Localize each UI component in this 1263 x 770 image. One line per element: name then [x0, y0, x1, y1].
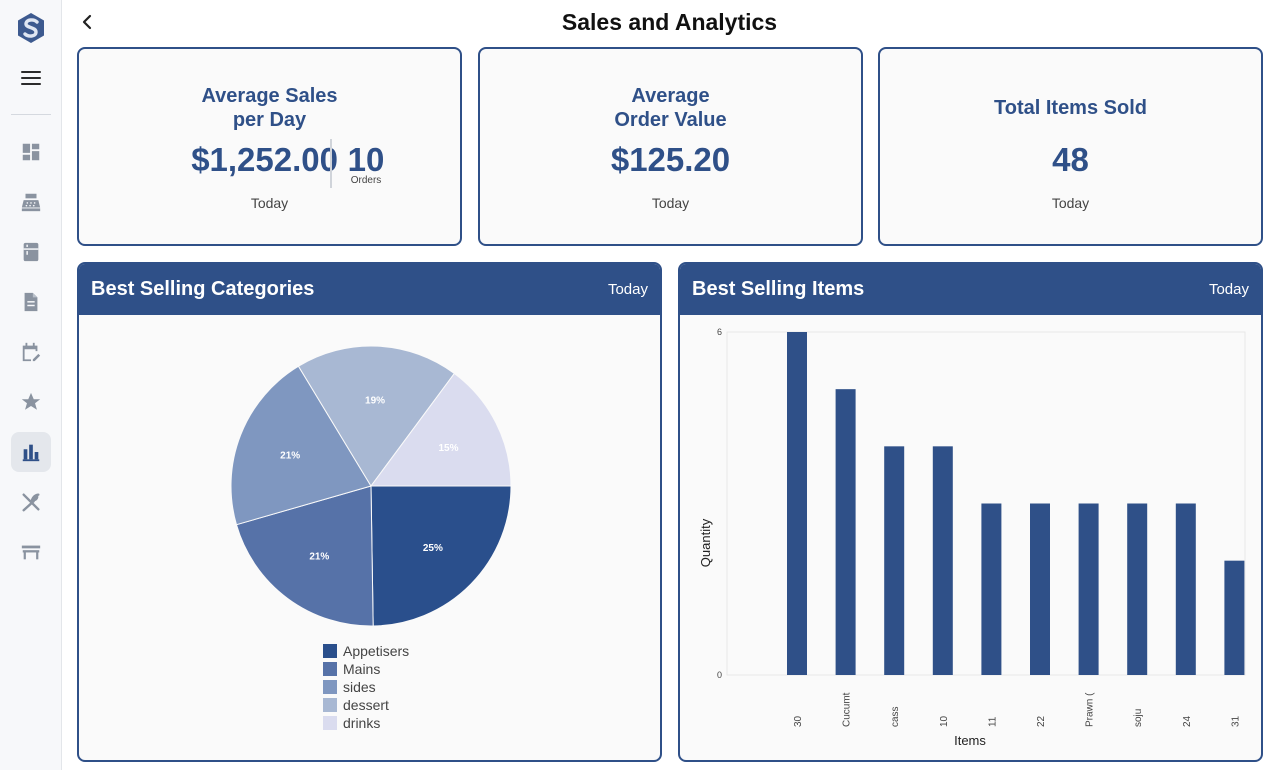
x-tick-label: Prawn (	[1085, 692, 1096, 727]
sidebar-item-kitchen[interactable]	[11, 232, 51, 272]
legend-item-dessert[interactable]: dessert	[323, 696, 409, 714]
pie-slice-appetisers[interactable]	[370, 485, 512, 627]
pie-slice-label: 25%	[423, 543, 443, 554]
bar-cucumt[interactable]	[835, 389, 856, 675]
x-tick-label: 30	[793, 715, 804, 727]
stat-value: 48	[1052, 141, 1089, 178]
pie-slice-label: 21%	[309, 552, 329, 563]
star-icon	[21, 392, 41, 410]
pie-chart: 25% 21% 21% 19% 15%	[230, 345, 512, 627]
panel-best-selling-categories: Best Selling Categories Today 25% 21% 21% 1…	[77, 262, 662, 762]
pie-legend: Appetisers Mains sides dessert drinks	[323, 642, 409, 732]
bar-cass[interactable]	[884, 446, 905, 675]
sidebar	[0, 0, 62, 770]
x-tick-label: cass	[890, 706, 901, 727]
legend-label: dessert	[343, 697, 389, 713]
bar-11[interactable]	[981, 503, 1002, 676]
legend-item-drinks[interactable]: drinks	[323, 714, 409, 732]
stat-period: Today	[1051, 195, 1090, 211]
sidebar-item-tables[interactable]	[11, 532, 51, 572]
document-icon	[24, 292, 38, 312]
legend-label: sides	[343, 679, 376, 695]
stat-title-line1: Average	[631, 85, 710, 107]
stat-title-line1: Average Sales	[201, 85, 338, 107]
panel-best-selling-items: Best Selling Items Today 0 6 30 Cucumt cass 1…	[678, 262, 1263, 762]
panel-title: Best Selling Categories	[91, 278, 315, 300]
bar-10[interactable]	[932, 446, 953, 675]
legend-item-mains[interactable]: Mains	[323, 660, 409, 678]
legend-label: Appetisers	[343, 643, 410, 659]
period-selector[interactable]: Today	[608, 281, 648, 298]
utensils-icon	[22, 493, 40, 512]
stat-title: Total Items Sold	[994, 97, 1147, 119]
bar-soju[interactable]	[1127, 503, 1148, 676]
pie-slice-label: 19%	[365, 395, 385, 406]
bar-22[interactable]	[1030, 503, 1050, 676]
panel-title: Best Selling Items	[692, 278, 865, 300]
x-tick-label: soju	[1133, 709, 1144, 727]
sidebar-item-documents[interactable]	[11, 282, 51, 322]
hamburger-menu-icon[interactable]	[21, 71, 41, 87]
x-tick-label: 10	[939, 715, 950, 727]
table-icon	[21, 545, 41, 560]
y-tick-label: 6	[717, 327, 722, 337]
x-tick-label: 11	[987, 716, 998, 727]
stat-value: $125.20	[610, 141, 731, 178]
sidebar-item-favourites[interactable]	[11, 382, 51, 422]
legend-swatch	[323, 680, 337, 694]
bar-chart-icon	[22, 444, 40, 462]
kitchen-icon	[23, 242, 39, 262]
stat-value: $1,252.00	[191, 141, 338, 178]
x-tick-label: Cucumt	[842, 692, 853, 727]
sidebar-item-dashboard[interactable]	[11, 132, 51, 172]
stat-card-average-order-value: Average Order Value $125.20 Today	[478, 47, 863, 246]
y-axis-label: Quantity	[698, 518, 713, 567]
legend-item-appetisers[interactable]: Appetisers	[323, 642, 409, 660]
calendar-edit-icon	[22, 342, 41, 362]
stat-title-line2: Order Value	[614, 109, 727, 131]
stat-divider	[330, 139, 332, 188]
panel-header: Best Selling Categories Today	[79, 264, 660, 315]
bar-prawn[interactable]	[1078, 503, 1099, 676]
bar-chart: 0 6 30 Cucumt cass 10 11 22 Prawn ( soju 24 31 Items…	[698, 327, 1246, 748]
cash-register-icon	[21, 193, 41, 212]
legend-swatch	[323, 698, 337, 712]
x-axis-label: Items	[954, 733, 986, 748]
sidebar-divider	[11, 114, 51, 115]
stat-title-line2: per Day	[232, 109, 307, 131]
stat-period: Today	[250, 195, 289, 211]
pie-slice-label: 15%	[439, 443, 459, 454]
sidebar-item-pos[interactable]	[11, 182, 51, 222]
page-title: Sales and Analytics	[561, 9, 778, 35]
x-tick-label: 31	[1230, 715, 1241, 727]
sidebar-item-menu[interactable]	[11, 482, 51, 522]
orders-count: 10	[347, 141, 385, 178]
x-tick-label: 22	[1036, 715, 1047, 727]
legend-swatch	[323, 662, 337, 676]
legend-label: drinks	[343, 715, 381, 731]
sidebar-item-reservations[interactable]	[11, 332, 51, 372]
orders-label: Orders	[350, 175, 382, 186]
dashboard-icon	[22, 143, 40, 161]
y-tick-label: 0	[717, 670, 722, 680]
bar-24[interactable]	[1175, 503, 1196, 676]
pie-slice-label: 21%	[280, 450, 300, 461]
legend-swatch	[323, 716, 337, 730]
stat-period: Today	[651, 195, 690, 211]
panel-header: Best Selling Items Today	[680, 264, 1261, 315]
bar-30[interactable]	[787, 332, 807, 675]
bar-31[interactable]	[1224, 560, 1245, 675]
legend-swatch	[323, 644, 337, 658]
legend-item-sides[interactable]: sides	[323, 678, 409, 696]
stat-card-average-sales: Average Sales per Day $1,252.00 10 Order…	[77, 47, 462, 246]
stat-card-total-items-sold: Total Items Sold 48 Today	[878, 47, 1263, 246]
x-tick-label: 24	[1182, 715, 1193, 727]
legend-label: Mains	[343, 661, 381, 677]
period-selector[interactable]: Today	[1209, 281, 1249, 298]
sidebar-item-analytics[interactable]	[11, 432, 51, 472]
